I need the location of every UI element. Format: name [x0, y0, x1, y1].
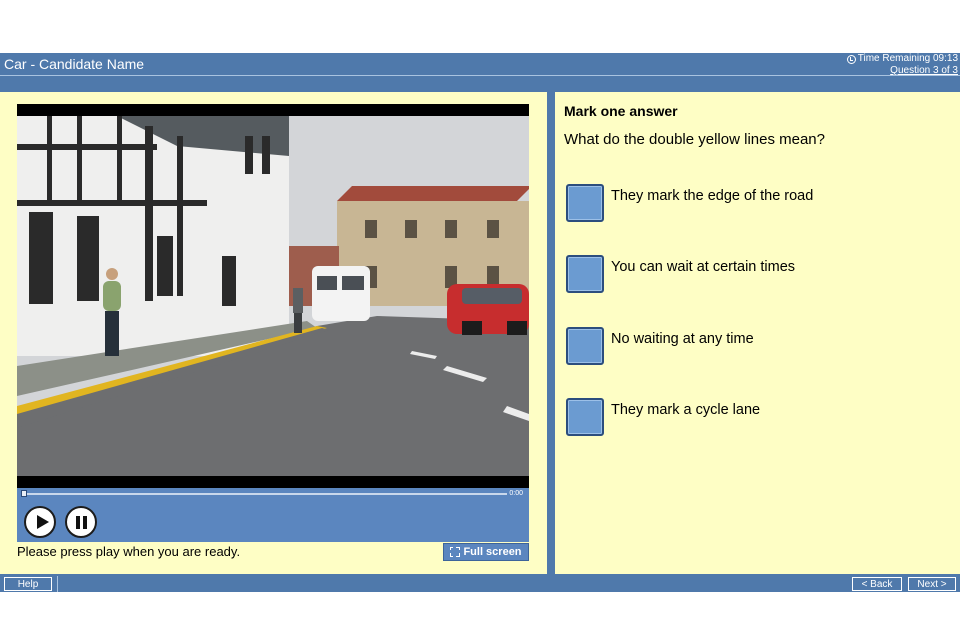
answer-checkbox[interactable] [566, 327, 604, 365]
pause-button[interactable] [65, 506, 97, 538]
fullscreen-button[interactable]: Full screen [443, 543, 529, 561]
help-button[interactable]: Help [4, 577, 52, 591]
answer-checkbox[interactable] [566, 255, 604, 293]
question-text: What do the double yellow lines mean? [564, 131, 825, 148]
answer-label[interactable]: No waiting at any time [611, 331, 754, 347]
video-player[interactable] [17, 104, 529, 488]
back-button[interactable]: < Back [852, 577, 902, 591]
play-instruction: Please press play when you are ready. [17, 544, 241, 559]
play-button[interactable] [24, 506, 56, 538]
play-icon [37, 515, 49, 529]
answer-label[interactable]: They mark the edge of the road [611, 188, 813, 204]
question-heading: Mark one answer [564, 103, 678, 119]
fullscreen-label: Full screen [463, 546, 522, 558]
status-area: Time Remaining 09:13 Question 3 of 3 [846, 53, 958, 77]
answer-label[interactable]: You can wait at certain times [611, 259, 795, 275]
answer-checkbox[interactable] [566, 184, 604, 222]
seek-bar[interactable] [23, 493, 507, 495]
video-time: 0:00 [509, 490, 523, 497]
answer-option-2[interactable]: You can wait at certain times [566, 255, 946, 293]
answer-option-4[interactable]: They mark a cycle lane [566, 398, 946, 436]
sub-bar [0, 75, 960, 92]
title-bar: Car - Candidate Name Time Remaining 09:1… [0, 53, 960, 77]
answer-option-1[interactable]: They mark the edge of the road [566, 184, 946, 222]
seek-handle[interactable] [21, 490, 27, 497]
clock-icon [846, 54, 856, 64]
video-frame [17, 116, 529, 476]
video-controls: 0:00 [17, 488, 529, 542]
panel-divider [547, 92, 555, 574]
fullscreen-icon [449, 546, 461, 557]
footer-bar: Help < Back Next > [0, 574, 960, 592]
answer-label[interactable]: They mark a cycle lane [611, 402, 760, 418]
answer-checkbox[interactable] [566, 398, 604, 436]
app-title: Car - Candidate Name [4, 56, 145, 72]
answer-option-3[interactable]: No waiting at any time [566, 327, 946, 365]
pause-icon [76, 516, 87, 529]
timer: Time Remaining 09:13 [846, 53, 958, 65]
street-scene-image [17, 116, 529, 476]
time-remaining: Time Remaining 09:13 [857, 53, 958, 64]
footer-divider [57, 576, 58, 592]
next-button[interactable]: Next > [908, 577, 956, 591]
test-window: Car - Candidate Name Time Remaining 09:1… [0, 0, 960, 640]
